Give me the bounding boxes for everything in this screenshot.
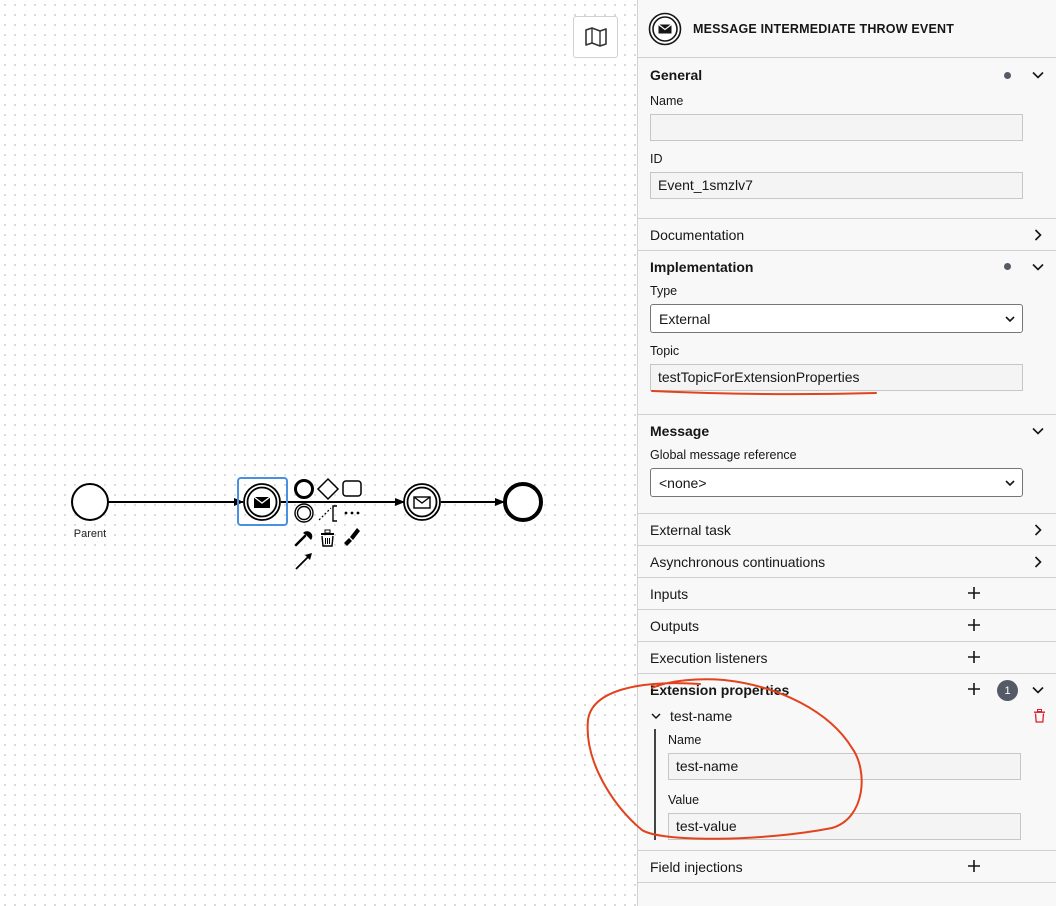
group-documentation-header[interactable]: Documentation <box>638 219 1056 250</box>
group-title: Extension properties <box>650 681 790 698</box>
group-title: Documentation <box>650 226 745 243</box>
group-title: Message <box>650 422 710 439</box>
group-message: Message Global message reference <none> <box>638 415 1056 514</box>
group-title: External task <box>650 521 731 538</box>
name-label: Name <box>650 94 684 108</box>
start-event-label: Parent <box>74 528 106 540</box>
plus-icon[interactable] <box>967 586 981 600</box>
plus-icon[interactable] <box>967 859 981 873</box>
chevron-right-icon[interactable] <box>1031 555 1045 569</box>
chevron-down-icon[interactable] <box>1031 424 1045 438</box>
group-documentation: Documentation <box>638 219 1056 251</box>
message-ref-value: <none> <box>659 474 707 491</box>
group-execution-listeners: Execution listeners <box>638 642 1056 674</box>
diagram-canvas[interactable]: Parent <box>0 0 637 906</box>
group-execution-listeners-header[interactable]: Execution listeners <box>638 642 1056 673</box>
group-title: General <box>650 67 703 83</box>
more-options-icon[interactable] <box>344 511 360 515</box>
group-implementation: Implementation Type External Topic testT… <box>638 251 1056 415</box>
extension-property-body: Name test-name Value test-value <box>654 729 1023 840</box>
plus-icon[interactable] <box>967 650 981 664</box>
context-pad <box>294 477 362 570</box>
id-input[interactable]: Event_1smzlv7 <box>650 172 1023 199</box>
group-title: Field injections <box>650 858 743 875</box>
message-throw-event-icon <box>648 12 682 45</box>
group-external-task: External task <box>638 514 1056 546</box>
data-indicator-dot <box>1004 263 1011 270</box>
group-general-header[interactable]: General <box>638 58 1056 92</box>
append-task-icon[interactable] <box>342 480 362 497</box>
group-external-task-header[interactable]: External task <box>638 514 1056 545</box>
append-end-event-icon[interactable] <box>294 479 314 499</box>
message-ref-select[interactable]: <none> <box>650 468 1023 497</box>
group-general: General Name ID Event_1smzlv7 <box>638 58 1056 219</box>
extension-property-title: test-name <box>670 708 733 724</box>
group-outputs: Outputs <box>638 610 1056 642</box>
chevron-down-icon[interactable] <box>1031 683 1045 697</box>
plus-icon[interactable] <box>967 682 981 696</box>
chevron-right-icon[interactable] <box>1031 523 1045 537</box>
data-indicator-dot <box>1004 72 1011 79</box>
ext-name-input[interactable]: test-name <box>668 753 1021 780</box>
group-message-header[interactable]: Message <box>638 415 1056 446</box>
panel-header: MESSAGE INTERMEDIATE THROW EVENT <box>638 0 1056 58</box>
chevron-down-icon[interactable] <box>650 710 662 722</box>
topic-input[interactable]: testTopicForExtensionProperties <box>650 364 1023 391</box>
group-title: Asynchronous continuations <box>650 553 826 570</box>
panel-title: MESSAGE INTERMEDIATE THROW EVENT <box>693 21 955 36</box>
type-label: Type <box>650 284 678 298</box>
group-title: Execution listeners <box>650 649 768 666</box>
chevron-down-icon[interactable] <box>1031 68 1045 82</box>
group-implementation-header[interactable]: Implementation <box>638 251 1056 282</box>
group-async-continuations: Asynchronous continuations <box>638 546 1056 578</box>
group-field-injections: Field injections <box>638 851 1056 883</box>
chevron-down-icon <box>1005 316 1015 323</box>
chevron-right-icon[interactable] <box>1031 228 1045 242</box>
ext-value-label: Value <box>668 793 700 807</box>
group-inputs-header[interactable]: Inputs <box>638 578 1056 609</box>
topic-label: Topic <box>650 344 680 358</box>
ext-name-label: Name <box>668 733 702 747</box>
chevron-down-icon <box>1005 480 1015 487</box>
id-label: ID <box>650 152 663 166</box>
delete-icon[interactable] <box>1033 709 1046 723</box>
wrench-icon[interactable] <box>294 531 313 547</box>
group-field-injections-header[interactable]: Field injections <box>638 851 1056 882</box>
bpmn-diagram: Parent <box>71 477 543 570</box>
name-textarea[interactable] <box>650 114 1023 141</box>
append-intermediate-event-icon[interactable] <box>294 503 314 523</box>
extension-property-item: test-name Name test-name Value test-valu… <box>638 705 1056 850</box>
type-select-value: External <box>659 310 711 327</box>
end-event[interactable] <box>503 482 543 522</box>
selected-message-throw-event[interactable] <box>243 483 281 521</box>
group-extension-properties: Extension properties 1 test-name Name te… <box>638 674 1056 851</box>
group-title: Inputs <box>650 585 689 602</box>
group-title: Outputs <box>650 617 700 634</box>
plus-icon[interactable] <box>967 618 981 632</box>
connect-arrow-icon[interactable] <box>295 553 312 570</box>
start-event[interactable] <box>71 483 109 521</box>
text-annotation-icon[interactable] <box>318 505 337 522</box>
properties-panel: MESSAGE INTERMEDIATE THROW EVENT General… <box>637 0 1056 906</box>
ext-value-input[interactable]: test-value <box>668 813 1021 840</box>
extension-property-header[interactable]: test-name <box>650 705 1045 727</box>
group-title: Implementation <box>650 258 754 275</box>
paintbrush-icon[interactable] <box>344 528 360 546</box>
count-badge: 1 <box>997 680 1018 701</box>
chevron-down-icon[interactable] <box>1031 260 1045 274</box>
group-inputs: Inputs <box>638 578 1056 610</box>
type-select[interactable]: External <box>650 304 1023 333</box>
message-ref-label: Global message reference <box>650 448 797 462</box>
group-async-header[interactable]: Asynchronous continuations <box>638 546 1056 577</box>
group-outputs-header[interactable]: Outputs <box>638 610 1056 641</box>
group-extension-properties-header[interactable]: Extension properties 1 <box>638 674 1056 705</box>
append-gateway-icon[interactable] <box>316 477 340 501</box>
message-throw-event[interactable] <box>403 483 441 521</box>
trash-icon[interactable] <box>321 529 334 547</box>
